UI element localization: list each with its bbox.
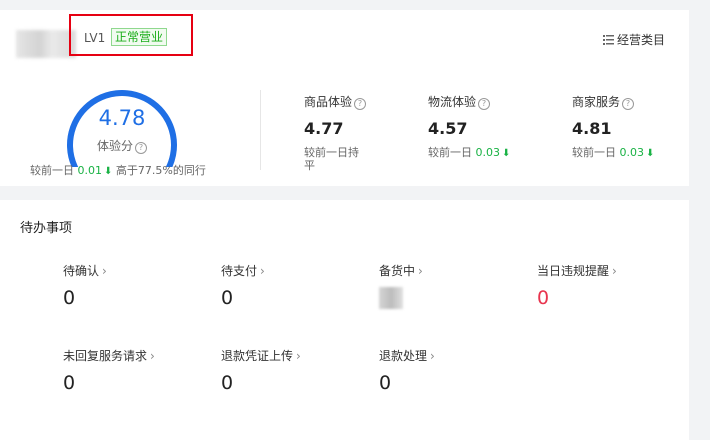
metric-title: 物流体验 [428, 95, 477, 109]
score-compare-prefix: 较前一日 [30, 164, 74, 177]
todo-count: 0 [63, 372, 76, 394]
arrow-down-icon: ⬇ [502, 148, 511, 159]
chevron-right-icon: › [296, 349, 301, 363]
todo-label: 待确认 [63, 264, 100, 278]
experience-score-label: 体验分 [96, 139, 133, 153]
todo-label: 当日违规提醒 [537, 264, 610, 278]
chevron-right-icon: › [430, 349, 435, 363]
experience-score: 4.78 [98, 106, 146, 130]
metric-merchant-service: 商家服务? 4.81 较前一日 0.03 ⬇ [572, 93, 654, 160]
chevron-right-icon: › [612, 264, 617, 278]
highlight-box [69, 14, 193, 56]
arrow-down-icon: ⬇ [646, 148, 655, 159]
score-compare-suffix: 高于77.5%的同行 [115, 164, 206, 177]
todo-unreplied-requests[interactable]: 未回复服务请求 › 0 [63, 347, 155, 394]
todo-label: 退款处理 [379, 349, 428, 363]
chevron-right-icon: › [102, 264, 107, 278]
todo-count-blurred [379, 287, 403, 309]
todo-refund-proof-upload[interactable]: 退款凭证上传 › 0 [221, 347, 301, 394]
metric-compare: 较前一日 0.03 ⬇ [428, 146, 510, 160]
metric-compare: 较前一日 0.03 ⬇ [572, 146, 654, 160]
metric-compare-text: 较前一日 [428, 146, 472, 159]
todo-pending-confirm[interactable]: 待确认 › 0 [63, 262, 107, 309]
metric-value: 4.57 [428, 119, 468, 138]
todo-count: 0 [537, 287, 550, 309]
todo-label: 未回复服务请求 [63, 349, 148, 363]
todo-label: 备货中 [379, 264, 416, 278]
metric-product-experience: 商品体验? 4.77 较前一日持平 [304, 93, 367, 172]
metric-title: 商家服务 [572, 95, 621, 109]
metric-compare-text: 较前一日持平 [304, 146, 359, 172]
metric-value: 4.77 [304, 119, 344, 138]
category-link-label: 经营类目 [616, 33, 665, 47]
gauge-fill [67, 90, 177, 167]
list-icon [602, 35, 614, 45]
todo-label: 待支付 [221, 264, 258, 278]
chevron-right-icon: › [150, 349, 155, 363]
metric-logistics-experience: 物流体验? 4.57 较前一日 0.03 ⬇ [428, 93, 510, 160]
metric-value: 4.81 [572, 119, 612, 138]
metric-compare-delta: 0.03 [619, 146, 645, 159]
divider [260, 90, 261, 170]
question-circle-icon[interactable]: ? [622, 98, 635, 110]
category-link[interactable]: 经营类目 [602, 31, 665, 48]
todo-card [0, 200, 689, 440]
todo-refund-processing[interactable]: 退款处理 › 0 [379, 347, 435, 394]
metric-compare-text: 较前一日 [572, 146, 616, 159]
todo-count: 0 [63, 287, 76, 309]
score-compare: 较前一日 0.01 ⬇ 高于77.5%的同行 [30, 162, 206, 178]
metric-compare: 较前一日持平 [304, 146, 366, 172]
score-compare-delta: 0.01 [77, 164, 103, 177]
todo-pending-payment[interactable]: 待支付 › 0 [221, 262, 265, 309]
overview-card: LV1 正常营业 经营类目 4.78 体验分? 较前一日 0.01 ⬇ 高于77.… [0, 10, 689, 186]
store-avatar-blurred [16, 30, 76, 58]
todo-violation-reminder[interactable]: 当日违规提醒 › 0 [537, 262, 617, 309]
question-circle-icon[interactable]: ? [354, 98, 367, 110]
todo-title: 待办事项 [20, 221, 73, 236]
todo-preparing[interactable]: 备货中 › [379, 262, 423, 309]
question-circle-icon[interactable]: ? [478, 98, 491, 110]
metric-title: 商品体验 [304, 95, 353, 109]
todo-count: 0 [221, 287, 234, 309]
metric-compare-delta: 0.03 [475, 146, 501, 159]
todo-count: 0 [221, 372, 234, 394]
todo-label: 退款凭证上传 [221, 349, 294, 363]
arrow-down-icon: ⬇ [104, 166, 113, 177]
chevron-right-icon: › [418, 264, 423, 278]
question-circle-icon[interactable]: ? [135, 142, 147, 154]
chevron-right-icon: › [260, 264, 265, 278]
todo-count: 0 [379, 372, 392, 394]
